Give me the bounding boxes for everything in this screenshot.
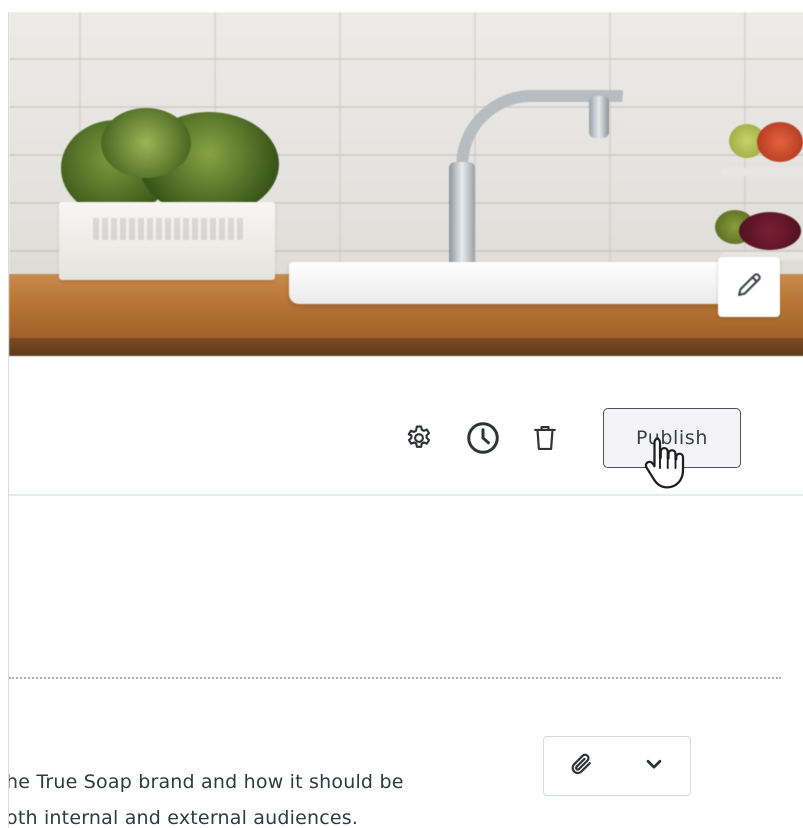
pencil-icon	[734, 270, 764, 304]
paperclip-icon	[567, 750, 595, 782]
settings-button[interactable]	[399, 420, 439, 460]
delete-button[interactable]	[525, 420, 565, 460]
trash-icon	[531, 423, 559, 457]
attach-button[interactable]	[556, 741, 606, 791]
attachment-control	[543, 736, 691, 796]
hand-cursor-icon	[640, 434, 690, 492]
edit-cover-button[interactable]	[718, 257, 780, 317]
body-line: oth internal and external audiences.	[8, 807, 359, 828]
history-button[interactable]	[461, 418, 505, 462]
attach-dropdown-button[interactable]	[629, 741, 679, 791]
section-divider	[9, 677, 781, 679]
cover-image	[9, 12, 803, 356]
body-line: he True Soap brand and how it should be	[8, 771, 404, 793]
clock-icon	[465, 420, 501, 460]
page-frame: Publish he True Soap brand and how it sh…	[8, 12, 803, 828]
gear-icon	[404, 423, 434, 457]
article-body: he True Soap brand and how it should be …	[8, 764, 526, 828]
chevron-down-icon	[643, 753, 665, 779]
